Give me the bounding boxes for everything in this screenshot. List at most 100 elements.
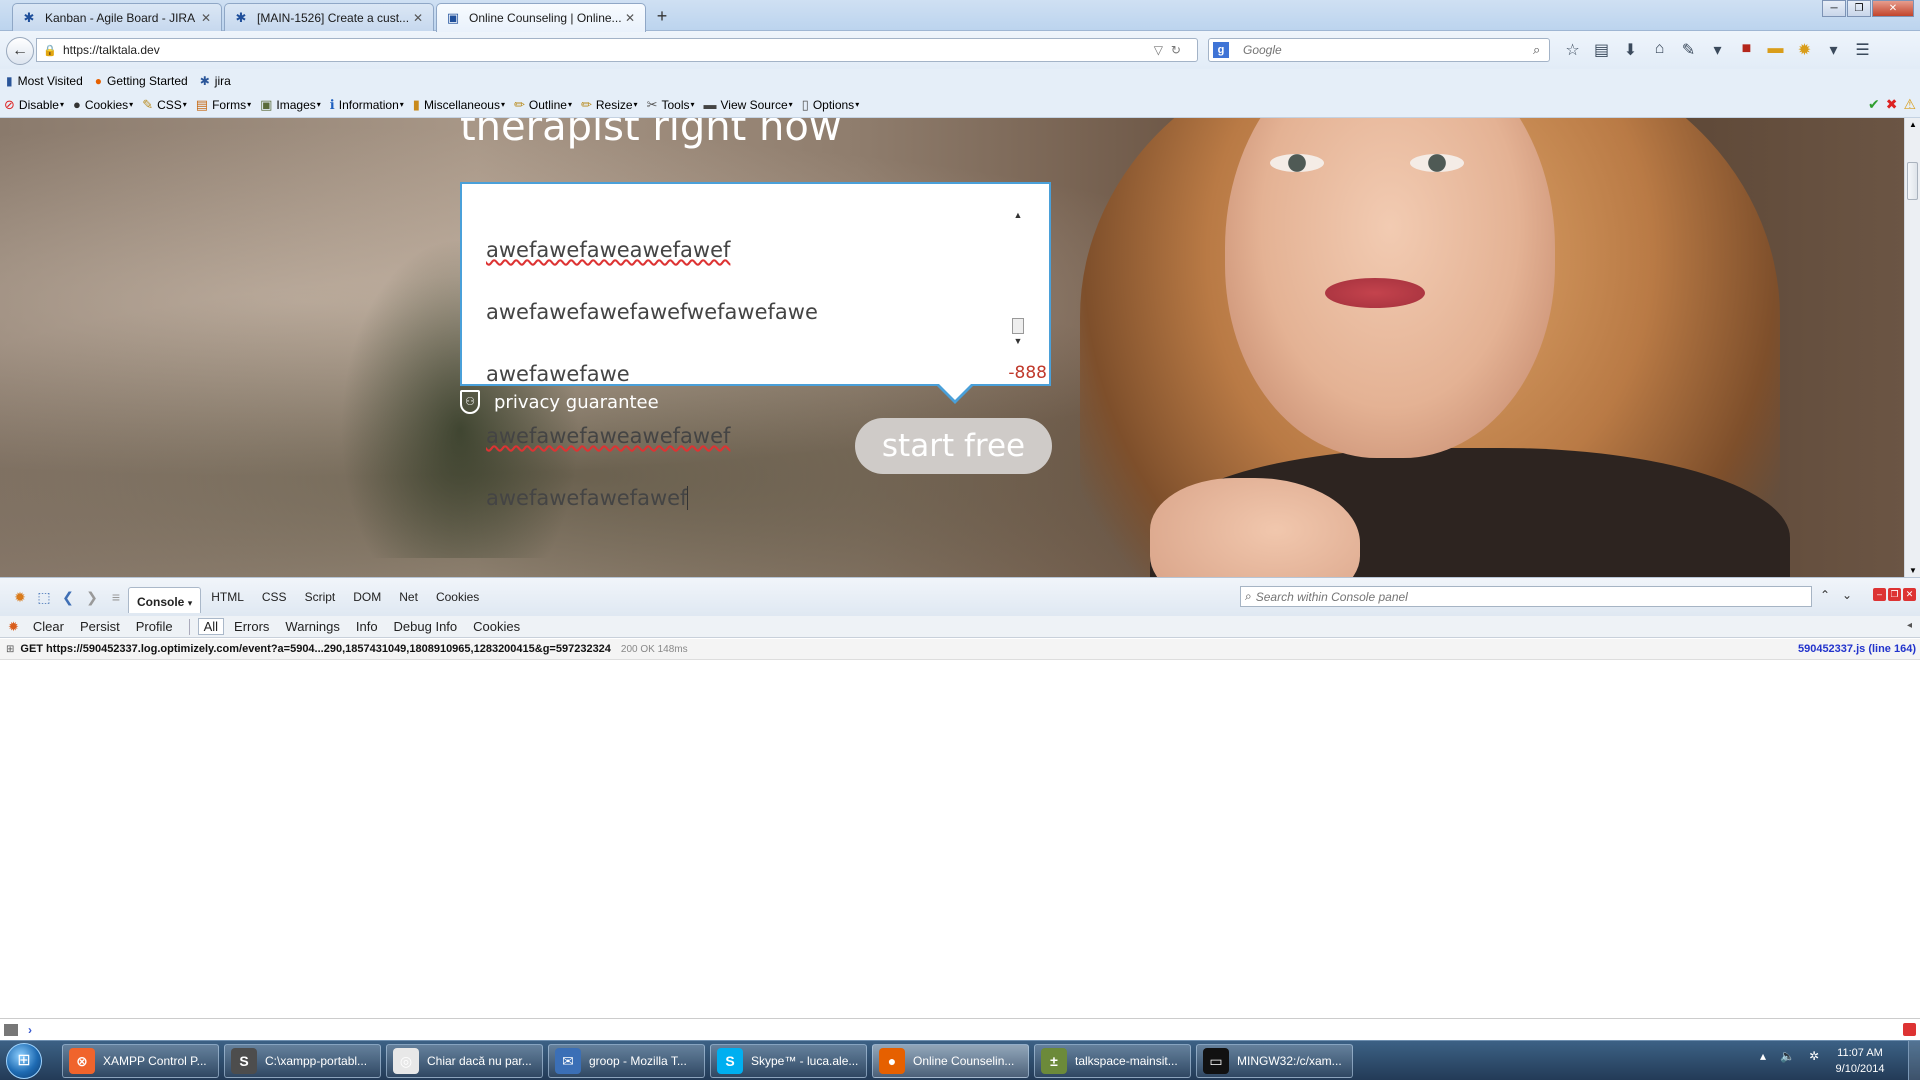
- bookmark-jira[interactable]: ✱ jira: [200, 74, 231, 88]
- close-icon[interactable]: ✕: [411, 11, 425, 25]
- privacy-guarantee-link[interactable]: ⚇ privacy guarantee: [460, 390, 659, 414]
- firebug-icon[interactable]: ✹: [8, 589, 32, 606]
- persist-button[interactable]: Persist: [80, 619, 120, 634]
- reload-icon[interactable]: ▽↻: [1154, 43, 1189, 57]
- volume-icon[interactable]: 🔈: [1780, 1049, 1795, 1063]
- minimize-firebug-button[interactable]: –: [1873, 588, 1886, 601]
- textarea-scrollbar[interactable]: ▲ ▼: [1011, 208, 1025, 348]
- console-options-icon[interactable]: ✹: [8, 619, 19, 635]
- scroll-down-arrow-icon[interactable]: ▼: [1909, 566, 1917, 575]
- source-link[interactable]: 590452337.js (line 164): [1798, 643, 1916, 655]
- back-button[interactable]: ←: [6, 37, 34, 65]
- wd-resize[interactable]: ✏ Resize ▾: [581, 97, 638, 113]
- tab-dom[interactable]: DOM: [345, 586, 389, 608]
- wd-css[interactable]: ✎ CSS ▾: [142, 97, 187, 113]
- tab-jira-issue[interactable]: ✱ [MAIN-1526] Create a cust... ✕: [224, 3, 434, 31]
- url-text[interactable]: https://talktala.dev: [63, 43, 1154, 57]
- clear-button[interactable]: Clear: [33, 619, 64, 634]
- tab-jira-kanban[interactable]: ✱ Kanban - Agile Board - JIRA ✕: [12, 3, 222, 31]
- scroll-down-arrow-icon[interactable]: ▼: [1011, 334, 1025, 348]
- search-bar[interactable]: g ⌕: [1208, 38, 1550, 62]
- wd-forms[interactable]: ▤ Forms ▾: [196, 97, 251, 113]
- console-search[interactable]: ⌕: [1240, 586, 1812, 607]
- taskbar-item[interactable]: S Skype™ - luca.ale...: [710, 1044, 867, 1078]
- tab-cookies[interactable]: Cookies: [428, 586, 487, 608]
- back-arrow-icon[interactable]: ❮: [56, 589, 80, 606]
- message-textarea[interactable]: awefawefaweawefawef awefawefawefawefwefa…: [460, 182, 1051, 510]
- tab-css[interactable]: CSS: [254, 586, 295, 608]
- page-scrollbar[interactable]: ▲ ▼: [1904, 118, 1920, 577]
- home-icon[interactable]: ⌂: [1645, 40, 1674, 60]
- wd-miscellaneous[interactable]: ▮ Miscellaneous ▾: [413, 97, 505, 113]
- filter-debug-info[interactable]: Debug Info: [394, 619, 458, 634]
- scroll-up-arrow-icon[interactable]: ▲: [1909, 120, 1917, 129]
- maximize-button[interactable]: ❐: [1847, 0, 1871, 17]
- tab-online-counseling[interactable]: ▣ Online Counseling | Online... ✕: [436, 3, 646, 32]
- taskbar-item[interactable]: ± talkspace-mainsit...: [1034, 1044, 1191, 1078]
- filter-all[interactable]: All: [197, 618, 225, 635]
- new-tab-button[interactable]: +: [650, 5, 674, 27]
- bookmark-star-icon[interactable]: ☆: [1558, 40, 1587, 60]
- wd-images[interactable]: ▣ Images ▾: [260, 97, 321, 113]
- filter-errors[interactable]: Errors: [234, 619, 269, 634]
- collapse-icon[interactable]: ◂: [1907, 620, 1912, 631]
- filter-info[interactable]: Info: [356, 619, 378, 634]
- taskbar-item[interactable]: ● Online Counselin...: [872, 1044, 1029, 1078]
- taskbar-item[interactable]: ◎ Chiar dacă nu par...: [386, 1044, 543, 1078]
- console-search-input[interactable]: [1255, 589, 1811, 604]
- inspect-icon[interactable]: ⬚: [32, 589, 56, 606]
- scrollbar-thumb[interactable]: [1907, 162, 1918, 200]
- tools-icon[interactable]: ✎: [1674, 40, 1703, 60]
- firebug-icon[interactable]: ✹: [1790, 40, 1819, 60]
- close-icon[interactable]: ✕: [199, 11, 213, 25]
- tab-html[interactable]: HTML: [203, 586, 252, 608]
- bookmark-most-visited[interactable]: ▮ Most Visited: [6, 74, 83, 88]
- tab-console[interactable]: Console ▾: [128, 587, 202, 613]
- network-icon[interactable]: ✲: [1809, 1049, 1819, 1063]
- search-input[interactable]: [1243, 43, 1533, 57]
- tab-net[interactable]: Net: [391, 586, 426, 608]
- filter-warnings[interactable]: Warnings: [285, 619, 339, 634]
- request-url[interactable]: GET https://590452337.log.optimizely.com…: [20, 643, 611, 655]
- taskbar-item[interactable]: S C:\xampp-portabl...: [224, 1044, 381, 1078]
- window-close-button[interactable]: ✕: [1872, 0, 1914, 17]
- show-desktop-button[interactable]: [1908, 1041, 1920, 1080]
- wd-tools[interactable]: ✂ Tools ▾: [647, 97, 695, 113]
- tab-script[interactable]: Script: [297, 586, 344, 608]
- minimize-button[interactable]: ─: [1822, 0, 1846, 17]
- chevron-down-icon[interactable]: ▾: [1819, 40, 1848, 60]
- filter-cookies[interactable]: Cookies: [473, 619, 520, 634]
- detach-firebug-button[interactable]: ❐: [1888, 588, 1901, 601]
- url-bar[interactable]: 🔒 https://talktala.dev ▽↻: [36, 38, 1198, 62]
- console-log-entry[interactable]: ⊞ GET https://590452337.log.optimizely.c…: [0, 639, 1920, 660]
- command-line[interactable]: ›: [0, 1018, 1920, 1040]
- expand-icon[interactable]: ⊞: [6, 644, 14, 655]
- google-icon[interactable]: g: [1213, 42, 1229, 58]
- addon-icon[interactable]: ■: [1732, 40, 1761, 60]
- wd-outline[interactable]: ✏ Outline ▾: [514, 97, 572, 113]
- bookmark-getting-started[interactable]: ● Getting Started: [95, 74, 188, 88]
- downloads-icon[interactable]: ⬇: [1616, 40, 1645, 60]
- command-editor-icon[interactable]: ≡: [104, 589, 128, 605]
- chevron-down-icon[interactable]: ⌄: [1836, 588, 1858, 602]
- taskbar-item[interactable]: ▭ MINGW32:/c/xam...: [1196, 1044, 1353, 1078]
- warning-icon[interactable]: ⚠: [1903, 96, 1916, 113]
- wd-information[interactable]: ℹ Information ▾: [330, 97, 404, 113]
- wd-disable[interactable]: ⊘ Disable ▾: [4, 97, 64, 113]
- start-free-button[interactable]: start free: [855, 418, 1052, 474]
- wd-view-source[interactable]: ▬ View Source ▾: [704, 97, 793, 112]
- addon-icon[interactable]: ▬: [1761, 40, 1790, 60]
- scrollbar-thumb[interactable]: [1012, 318, 1024, 334]
- close-icon[interactable]: ✕: [623, 11, 637, 25]
- chevron-up-icon[interactable]: ⌃: [1814, 588, 1836, 602]
- scroll-up-arrow-icon[interactable]: ▲: [1011, 208, 1025, 222]
- checkmark-icon[interactable]: ✔: [1868, 96, 1880, 113]
- taskbar-item[interactable]: ✉ groop - Mozilla T...: [548, 1044, 705, 1078]
- system-clock[interactable]: 11:07 AM 9/10/2014: [1830, 1045, 1890, 1077]
- forward-arrow-icon[interactable]: ❯: [80, 589, 104, 606]
- command-line-icon[interactable]: [4, 1023, 18, 1036]
- search-icon[interactable]: ⌕: [1533, 42, 1549, 58]
- chevron-down-icon[interactable]: ▾: [1703, 40, 1732, 60]
- start-button[interactable]: ⊞: [6, 1043, 42, 1079]
- tray-expand-icon[interactable]: ▴: [1760, 1049, 1766, 1063]
